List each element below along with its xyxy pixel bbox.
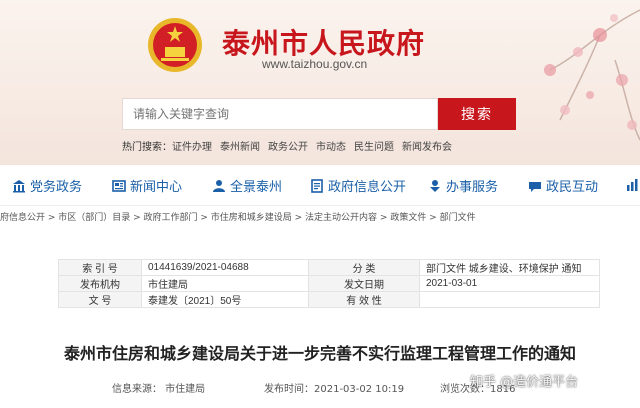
meta-value	[419, 291, 600, 308]
zhihu-watermark: 知乎 @造价通平台	[470, 375, 579, 390]
meta-value: 泰建发〔2021〕50号	[141, 291, 309, 308]
hot-search-bar: 热门搜索：证件办理 泰州新闻 政务公开 市动态 民生问题 新闻发布会	[122, 138, 460, 153]
site-title: 泰州市人民政府	[222, 27, 426, 60]
nav-item-label: 办事服务	[446, 180, 499, 195]
service-icon	[430, 180, 440, 192]
hot-search-link[interactable]: 新闻发布会	[402, 142, 452, 153]
nav-item-label: 党务政务	[30, 180, 83, 195]
document-publish-time: 发布时间：2021-03-02 10:19	[264, 384, 405, 395]
bar-chart-icon[interactable]	[626, 178, 640, 192]
nav-item-party-affairs[interactable]: 党务政务	[12, 176, 82, 195]
hot-search-link[interactable]: 证件办理	[172, 142, 212, 153]
nav-item-gov-info[interactable]: 政府信息公开	[310, 176, 406, 195]
document-title: 泰州市住房和城乡建设局关于进一步完善不实行监理工程管理工作的通知	[63, 344, 576, 363]
nav-item-label: 新闻中心	[130, 180, 183, 195]
main-nav: 党务政务 新闻中心 全景泰州 政府信息公开 办事服务 政民互动	[0, 165, 640, 206]
hot-search-link[interactable]: 市动态	[316, 142, 346, 153]
meta-label: 有 效 性	[308, 291, 420, 308]
nav-item-interaction[interactable]: 政民互动	[528, 176, 598, 195]
site-url[interactable]: www.taizhou.gov.cn	[262, 57, 367, 71]
hot-search-link[interactable]: 民生问题	[354, 142, 394, 153]
meta-value: 部门文件 城乡建设、环境保护 通知	[419, 259, 600, 276]
newspaper-icon	[112, 180, 126, 192]
nav-item-label: 全景泰州	[230, 180, 283, 195]
nav-item-panorama[interactable]: 全景泰州	[212, 176, 282, 195]
meta-label: 分 类	[308, 259, 420, 276]
national-emblem-icon	[148, 18, 202, 72]
search-input[interactable]	[122, 98, 438, 130]
chat-icon	[529, 182, 541, 192]
meta-value: 市住建局	[141, 275, 309, 292]
document-meta-table: 索 引 号 01441639/2021-04688 分 类 部门文件 城乡建设、…	[58, 259, 600, 308]
person-icon	[213, 180, 225, 192]
meta-label: 索 引 号	[58, 259, 142, 276]
breadcrumb[interactable]: 府信息公开 > 市区（部门）目录 > 政府工作部门 > 市住房和城乡建设局 > …	[0, 210, 476, 223]
search-button[interactable]: 搜索	[438, 98, 516, 130]
nav-item-label: 政府信息公开	[328, 180, 407, 195]
building-icon	[13, 180, 25, 193]
document-icon	[311, 179, 323, 193]
hot-search-link[interactable]: 政务公开	[268, 142, 308, 153]
meta-value: 2021-03-01	[419, 275, 600, 292]
meta-label: 文 号	[58, 291, 142, 308]
nav-item-label: 政民互动	[546, 180, 599, 195]
nav-item-news[interactable]: 新闻中心	[112, 176, 182, 195]
nav-item-services[interactable]: 办事服务	[428, 176, 498, 195]
document-source: 信息来源： 市住建局	[112, 384, 206, 395]
meta-label: 发文日期	[308, 275, 420, 292]
hot-search-label: 热门搜索：	[122, 142, 172, 153]
hot-search-link[interactable]: 泰州新闻	[220, 142, 260, 153]
meta-label: 发布机构	[58, 275, 142, 292]
meta-value: 01441639/2021-04688	[141, 259, 309, 276]
site-header: 泰州市人民政府 www.taizhou.gov.cn 搜索 热门搜索：证件办理泰…	[0, 0, 640, 165]
